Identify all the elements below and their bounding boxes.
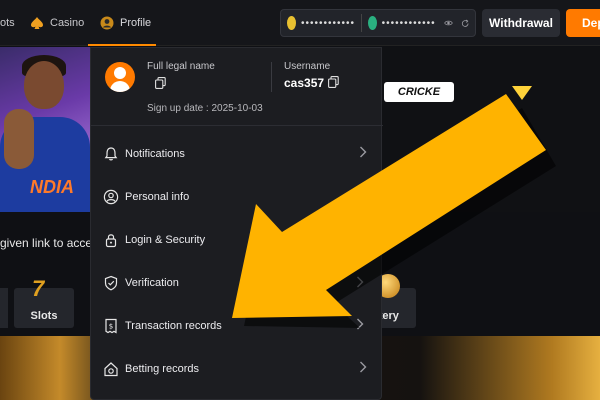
receipt-icon: $ xyxy=(105,318,117,334)
hero-link-text: given link to access xyxy=(0,236,105,250)
refresh-icon[interactable] xyxy=(461,17,469,30)
menu-item-transaction-records[interactable]: $ Transaction records xyxy=(91,304,383,347)
nav-item-casino[interactable]: Casino xyxy=(30,0,84,46)
slots-seven-icon: 7 xyxy=(32,276,45,301)
hero-person-head xyxy=(24,61,64,109)
username-label: Username xyxy=(284,61,331,72)
jersey-text: NDIA xyxy=(30,177,74,197)
menu-item-personal-info[interactable]: Personal info xyxy=(91,175,383,218)
username-value: cas357 xyxy=(284,76,325,90)
menu-item-notifications[interactable]: Notifications xyxy=(91,132,383,175)
chevron-right-icon xyxy=(360,361,367,373)
copy-username-icon[interactable] xyxy=(328,76,339,88)
cricket-badge: CRICKE xyxy=(384,82,454,102)
dropdown-triangle-icon xyxy=(512,86,532,100)
chevron-right-icon xyxy=(357,318,364,330)
eye-icon[interactable] xyxy=(443,17,453,29)
chevron-right-icon xyxy=(360,146,367,158)
nav-item-casino-label: Casino xyxy=(50,17,85,29)
copy-icon[interactable] xyxy=(155,77,166,89)
legal-name-label: Full legal name xyxy=(147,61,215,72)
menu-item-verification-label: Verification xyxy=(125,276,179,289)
menu-item-personal-info-label: Personal info xyxy=(125,190,190,203)
active-tab-indicator xyxy=(88,44,156,46)
signup-date: Sign up date : 2025-10-03 xyxy=(147,103,263,114)
nav-item-sports-label: ots xyxy=(0,17,15,29)
shield-check-icon xyxy=(104,275,118,290)
lock-icon xyxy=(105,233,117,247)
menu-item-login-security-label: Login & Security xyxy=(125,233,206,246)
profile-icon xyxy=(100,16,114,30)
withdrawal-button[interactable]: Withdrawal xyxy=(482,9,560,37)
balance-value-1: •••••••••••• xyxy=(300,17,355,29)
hero-banner-right[interactable] xyxy=(382,47,600,212)
nav-item-profile-label: Profile xyxy=(120,17,152,29)
balance-box: •••••••••••• •••••••••••• xyxy=(280,9,476,37)
category-slots-label: Slots xyxy=(30,310,58,322)
tether-icon xyxy=(367,16,377,30)
spade-icon xyxy=(31,17,43,29)
nav-item-sports[interactable]: ots xyxy=(0,0,15,46)
top-navigation: ots Casino Profile •••••••••••• ••••••••… xyxy=(0,0,600,46)
avatar-body xyxy=(110,81,130,92)
balance-divider xyxy=(361,14,362,32)
profile-dropdown-menu: Full legal name Sign up date : 2025-10-0… xyxy=(90,47,383,400)
bell-icon xyxy=(104,146,118,160)
header-divider xyxy=(271,62,272,92)
menu-item-transaction-records-label: Transaction records xyxy=(125,319,222,332)
menu-item-betting-records[interactable]: Betting records xyxy=(91,347,383,390)
deposit-button[interactable]: Dep xyxy=(566,9,600,37)
user-circle-icon xyxy=(103,189,119,204)
menu-item-verification[interactable]: Verification xyxy=(91,261,383,304)
menu-item-notifications-label: Notifications xyxy=(125,147,185,160)
svg-text:$: $ xyxy=(109,322,113,330)
hero-banner-image[interactable]: NDIA xyxy=(0,47,90,212)
coin-icon xyxy=(287,16,296,30)
category-tile-partial[interactable] xyxy=(0,288,8,328)
nav-item-profile[interactable]: Profile xyxy=(100,0,151,46)
chevron-right-icon xyxy=(357,276,364,288)
avatar-head xyxy=(114,67,126,79)
menu-item-login-security[interactable]: Login & Security xyxy=(91,218,383,261)
profile-header: Full legal name Sign up date : 2025-10-0… xyxy=(91,48,383,126)
balance-value-2: •••••••••••• xyxy=(381,17,436,29)
menu-item-betting-records-label: Betting records xyxy=(125,362,199,375)
avatar xyxy=(105,62,135,92)
home-bet-icon xyxy=(104,361,118,376)
hero-person-hands xyxy=(4,109,34,169)
